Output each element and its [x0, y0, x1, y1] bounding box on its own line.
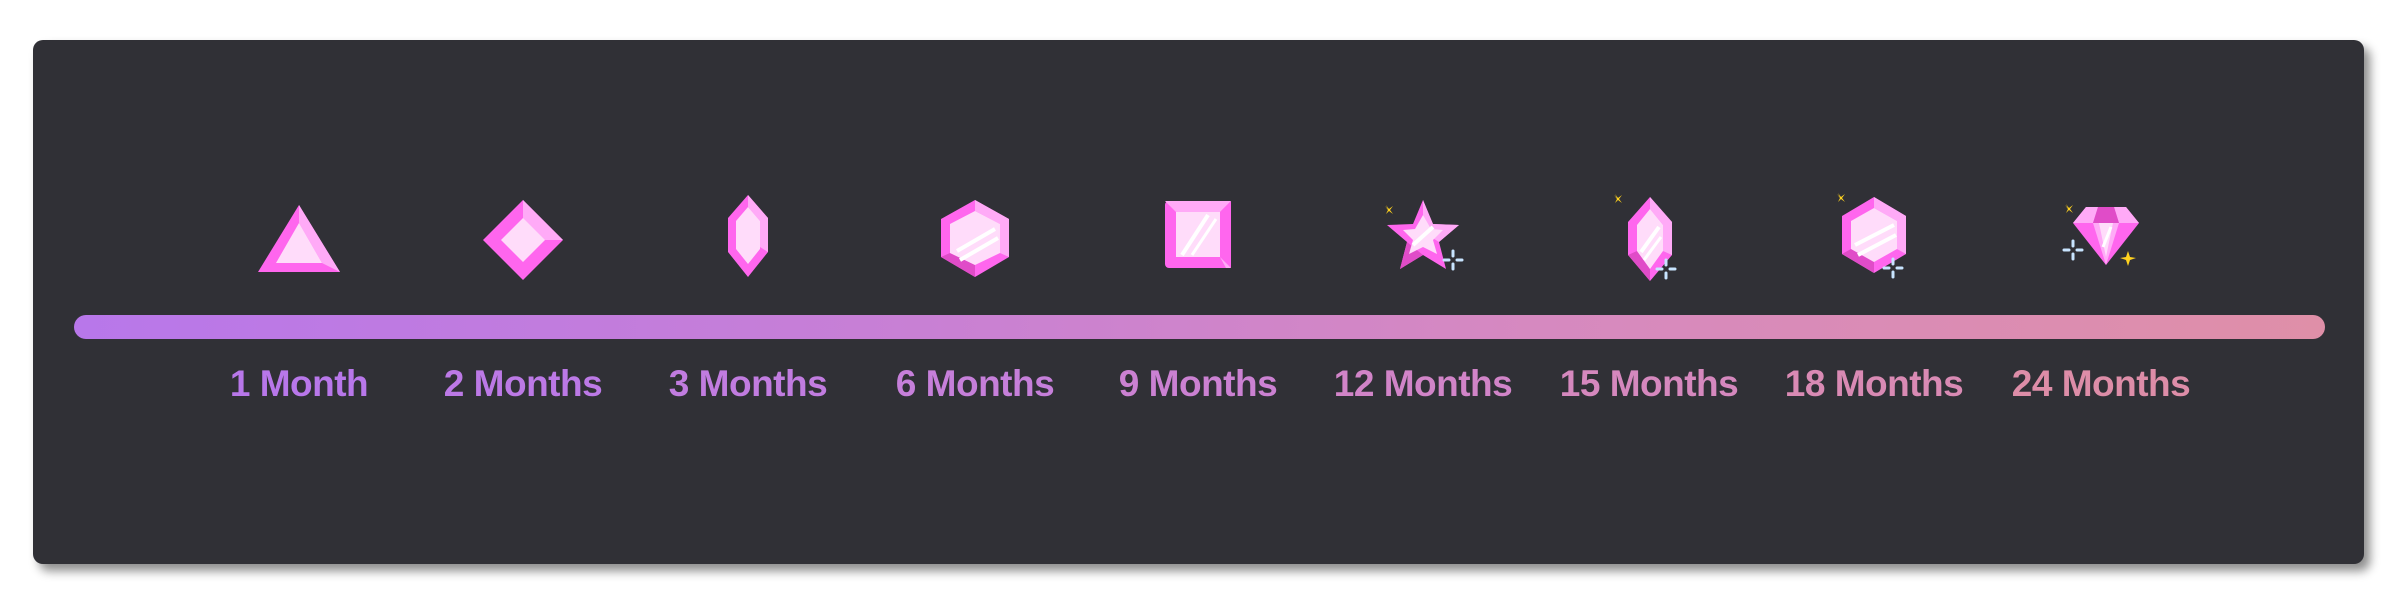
sparkle-blue-icon	[1442, 249, 1464, 271]
milestone-label: 9 Months	[1118, 363, 1278, 404]
hexagonal-crystal-gem-icon	[698, 185, 798, 285]
sparkle-yellow-icon	[1614, 194, 1622, 203]
sparkle-yellow-icon	[1837, 193, 1845, 202]
milestone-15-months: 15 Months	[1539, 40, 1759, 564]
sub-badge-timeline-panel: 1 Month 2 Months 3 Months 6 Months 9 Mon…	[33, 40, 2364, 564]
diamond-square-gem-icon	[473, 185, 573, 285]
hexagonal-crystal-gem-sparkle-icon	[1599, 185, 1699, 285]
milestone-18-months: 18 Months	[1764, 40, 1984, 564]
square-gem-icon	[1148, 185, 1248, 285]
milestone-label: 6 Months	[895, 363, 1055, 404]
milestone-9-months: 9 Months	[1088, 40, 1308, 564]
milestone-3-months: 3 Months	[638, 40, 858, 564]
milestone-label: 15 Months	[1559, 363, 1739, 404]
milestone-label: 1 Month	[229, 363, 369, 404]
sparkle-yellow-icon	[1385, 205, 1393, 214]
milestone-label: 24 Months	[2011, 363, 2191, 404]
milestone-12-months: 12 Months	[1313, 40, 1533, 564]
hexagon-gem-sparkle-icon	[1824, 185, 1924, 285]
hexagon-gem-icon	[925, 185, 1025, 285]
milestone-6-months: 6 Months	[865, 40, 1085, 564]
milestone-label: 3 Months	[668, 363, 828, 404]
star-gem-icon	[1373, 185, 1473, 285]
triangle-gem-icon	[249, 185, 349, 285]
diamond-gem-sparkle-icon	[2051, 185, 2151, 285]
milestone-1-month: 1 Month	[189, 40, 409, 564]
milestone-2-months: 2 Months	[413, 40, 633, 564]
milestone-label: 18 Months	[1784, 363, 1964, 404]
sparkle-blue-icon	[2062, 239, 2084, 261]
milestone-label: 12 Months	[1333, 363, 1513, 404]
milestone-24-months: 24 Months	[1991, 40, 2211, 564]
milestone-label: 2 Months	[443, 363, 603, 404]
